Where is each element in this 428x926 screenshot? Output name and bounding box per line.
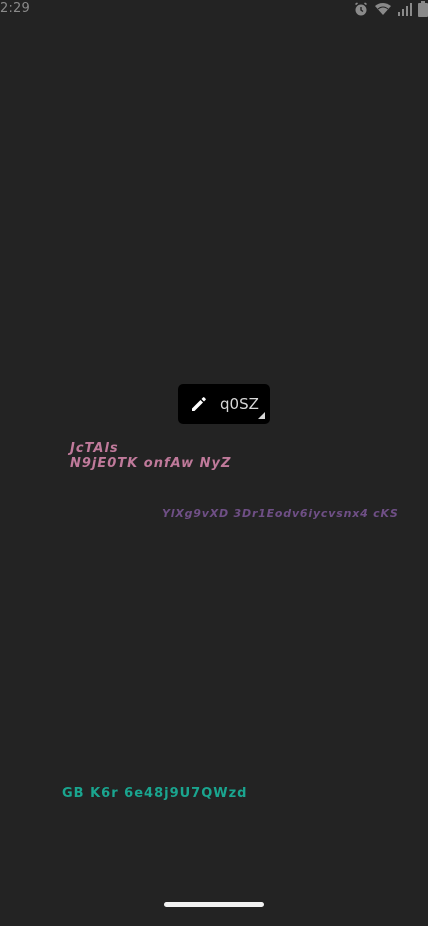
pink-text-block: JcTAls N9jE0TK onfAw NyZ [70,441,231,471]
edit-chip-label: q0SZ [220,395,259,413]
signal-icon [397,1,413,17]
home-indicator[interactable] [164,902,264,907]
pink-text-line-1: JcTAls [70,441,119,456]
edit-chip-button[interactable]: q0SZ [178,384,270,424]
alarm-icon [353,1,369,17]
wifi-icon [374,1,392,17]
battery-icon [418,1,428,17]
teal-text: GB K6r 6e48j9U7QWzd [62,786,248,801]
corner-triangle-icon [258,412,265,419]
pink-text-line-2: N9jE0TK onfAw NyZ [70,456,232,471]
pencil-icon [192,397,206,411]
purple-text: YlXg9vXD 3Dr1Eodv6iycvsnx4 cKS [162,507,399,520]
status-time: 2:29 [0,1,30,16]
status-icons [353,1,428,17]
screen: 2:29 q0SZ JcTAls N9jE0TK onfAw NyZ YlXg9… [0,0,428,926]
status-bar: 2:29 [0,0,428,20]
